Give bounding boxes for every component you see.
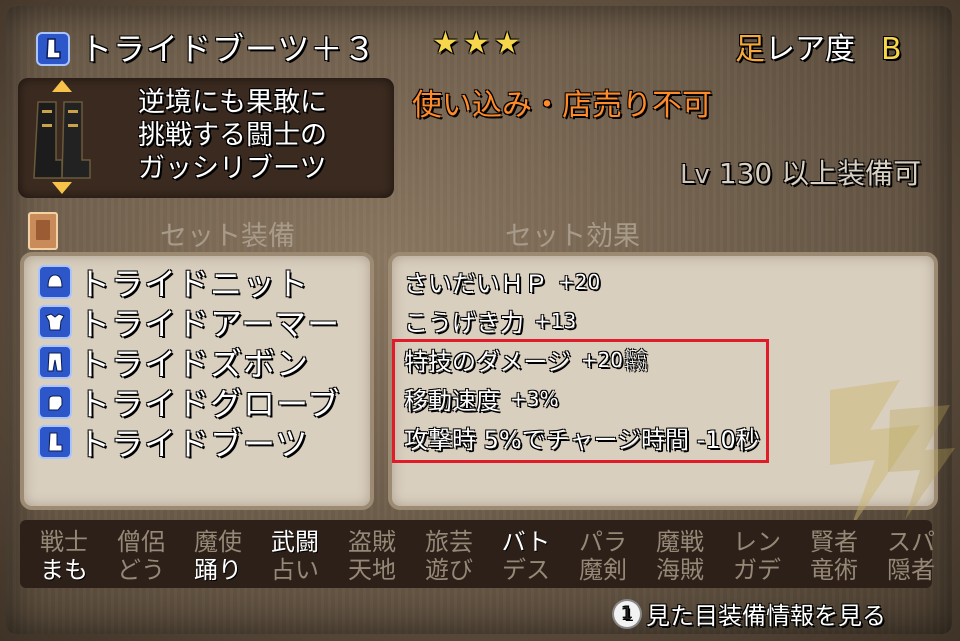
- item-name: トライドブーツ＋３: [80, 30, 377, 68]
- job-label: 遊び: [425, 556, 473, 584]
- job-label: 隠者: [887, 556, 935, 584]
- job-label: 魔戦: [656, 528, 704, 556]
- effect-row: こうげき力 +13: [404, 301, 760, 340]
- book-icon[interactable]: [28, 212, 58, 250]
- restriction-text: 使い込み・店売り不可: [412, 88, 712, 123]
- job-label: ガデ: [733, 556, 781, 584]
- slot-label: 足: [735, 32, 765, 67]
- rarity-grade: B: [881, 32, 902, 67]
- button-1-icon: 1: [614, 600, 640, 627]
- glove-icon: [38, 385, 72, 419]
- description-line: 挑戦する闘士の: [138, 120, 327, 151]
- job-label: 魔剣: [579, 556, 627, 584]
- job-label: パラ: [579, 528, 627, 556]
- list-item[interactable]: トライドグローブ: [38, 382, 340, 423]
- level-prefix: Lv: [680, 160, 710, 190]
- job-label: バト: [501, 528, 551, 556]
- highlight-box: [392, 339, 769, 463]
- pants-icon: [38, 345, 72, 379]
- job-label: 武闘: [271, 528, 319, 556]
- job-label: 戦士: [40, 528, 88, 556]
- description-line: 逆境にも果敢に: [138, 87, 327, 118]
- effect-value: +20: [558, 269, 601, 294]
- job-label: 魔使: [194, 528, 242, 556]
- effect-text: こうげき力: [404, 309, 524, 337]
- footer-label: 見た目装備情報を見る: [646, 602, 886, 630]
- job-label: どう: [117, 556, 165, 584]
- rarity-label: レア度: [765, 32, 855, 67]
- level-value: 130: [718, 157, 773, 190]
- rarity-info: 足レア度 B: [735, 24, 902, 68]
- job-label: 海賊: [656, 556, 704, 584]
- description-line: ガッシリブーツ: [138, 153, 327, 184]
- list-item[interactable]: トライドアーマー: [38, 302, 340, 343]
- appearance-info-hint[interactable]: 1 見た目装備情報を見る: [614, 596, 886, 631]
- effect-text: さいだいＨＰ: [404, 270, 548, 298]
- job-label: 竜術: [810, 556, 858, 584]
- job-label: 踊り: [194, 556, 242, 584]
- set-equipment-title: セット装備: [160, 221, 295, 252]
- job-label: 占い: [271, 556, 319, 584]
- list-item[interactable]: トライドブーツ: [38, 422, 340, 463]
- set-equipment-list: トライドニット トライドアーマー トライドズボン トライドグローブ トライドブー…: [38, 262, 340, 463]
- job-label: 僧侶: [117, 528, 165, 556]
- rarity-stars: ★★★: [432, 26, 525, 61]
- job-label: デス: [502, 556, 550, 584]
- job-label: まも: [40, 556, 88, 584]
- effect-row: さいだいＨＰ +20: [404, 262, 760, 301]
- job-label: 旅芸: [425, 528, 473, 556]
- item-description: 逆境にも果敢に 挑戦する闘士の ガッシリブーツ: [138, 86, 388, 185]
- helmet-icon: [38, 265, 72, 299]
- level-requirement: Lv 130 以上装備可: [680, 152, 921, 192]
- armor-icon: [38, 305, 72, 339]
- set-effect-title: セット効果: [505, 221, 640, 252]
- set-item-label: トライドブーツ: [78, 425, 309, 463]
- boots-icon: [36, 32, 70, 66]
- job-label: レン: [733, 528, 781, 556]
- boots-icon: [38, 425, 72, 459]
- job-label: スパ: [887, 528, 935, 556]
- job-label: 天地: [348, 556, 396, 584]
- list-item[interactable]: トライドニット: [38, 262, 340, 303]
- job-label: 盗賊: [348, 528, 396, 556]
- list-item[interactable]: トライドズボン: [38, 342, 340, 383]
- effect-value: +13: [534, 308, 577, 333]
- level-suffix: 以上装備可: [781, 157, 922, 190]
- job-label: 賢者: [810, 528, 858, 556]
- lightning-decoration: [830, 380, 955, 530]
- boots-image: [33, 80, 91, 194]
